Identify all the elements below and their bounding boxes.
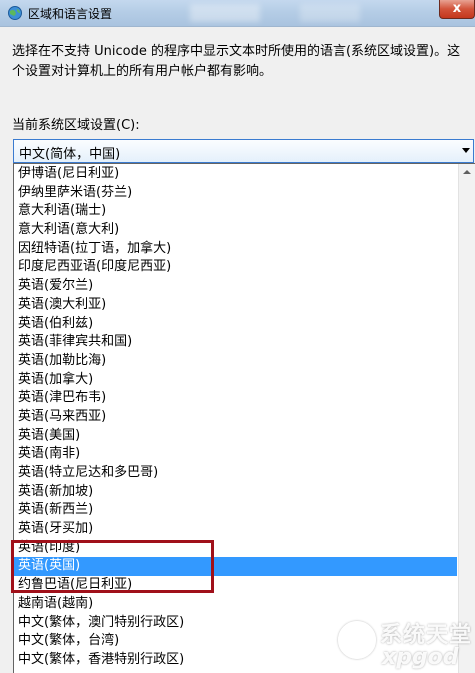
locale-combobox[interactable]: 中文(简体，中国) — [13, 139, 474, 163]
title-bar-blur — [300, 4, 360, 22]
dropdown-item[interactable]: 英语(南非) — [14, 445, 457, 464]
watermark-logo: 系统天堂 xpgod — [338, 615, 475, 673]
dropdown-item[interactable]: 意大利语(意大利) — [14, 221, 457, 240]
dropdown-item[interactable]: 意大利语(瑞士) — [14, 202, 457, 221]
dropdown-item[interactable]: 英语(美国) — [14, 427, 457, 446]
dropdown-item[interactable]: 英语(牙买加) — [14, 520, 457, 539]
watermark-circle-icon — [338, 621, 376, 659]
description-text: 选择在不支持 Unicode 的程序中显示文本时所使用的语言(系统区域设置)。这… — [12, 44, 461, 79]
scrollbar[interactable] — [458, 164, 475, 673]
dropdown-item[interactable]: 英语(新西兰) — [14, 501, 457, 520]
dropdown-item[interactable]: 英语(新加坡) — [14, 483, 457, 502]
region-language-dialog: 区域和语言设置 x 选择在不支持 Unicode 的程序中显示文本时所使用的语言… — [0, 0, 475, 673]
title-bar[interactable]: 区域和语言设置 x — [0, 0, 475, 27]
dropdown-item[interactable]: 英语(加勒比海) — [14, 352, 457, 371]
dropdown-item[interactable]: 伊纳里萨米语(芬兰) — [14, 184, 457, 203]
watermark-text-en: xpgod — [382, 645, 459, 670]
current-locale-label: 当前系统区域设置(C): — [12, 118, 140, 133]
dropdown-item[interactable]: 英语(伯利兹) — [14, 315, 457, 334]
locale-dropdown-list[interactable]: 伊博语(尼日利亚) 伊纳里萨米语(芬兰) 意大利语(瑞士) 意大利语(意大利) 因纽特语… — [13, 163, 475, 673]
scroll-up-arrow-icon[interactable] — [459, 164, 475, 181]
dropdown-items: 伊博语(尼日利亚) 伊纳里萨米语(芬兰) 意大利语(瑞士) 意大利语(意大利) 因纽特语… — [14, 165, 457, 670]
dropdown-item[interactable]: 因纽特语(拉丁语，加拿大) — [14, 240, 457, 259]
chevron-down-icon[interactable] — [462, 148, 470, 153]
dropdown-item[interactable]: 越南语(越南) — [14, 595, 457, 614]
dropdown-item[interactable]: 英语(特立尼达和多巴哥) — [14, 464, 457, 483]
dropdown-item[interactable]: 印度尼西亚语(印度尼西亚) — [14, 258, 457, 277]
dropdown-item[interactable]: 英语(爱尔兰) — [14, 277, 457, 296]
dropdown-item[interactable]: 伊博语(尼日利亚) — [14, 165, 457, 184]
window-title: 区域和语言设置 — [28, 7, 113, 21]
dropdown-item[interactable]: 英语(菲律宾共和国) — [14, 333, 457, 352]
annotation-highlight-box — [11, 540, 214, 593]
dropdown-item[interactable]: 英语(澳大利亚) — [14, 296, 457, 315]
combobox-value: 中文(简体，中国) — [19, 147, 121, 162]
close-button[interactable]: x — [439, 0, 475, 19]
dropdown-item[interactable]: 英语(加拿大) — [14, 371, 457, 390]
globe-icon — [8, 6, 22, 20]
dropdown-item[interactable]: 英语(津巴布韦) — [14, 389, 457, 408]
dropdown-item[interactable]: 英语(马来西亚) — [14, 408, 457, 427]
title-bar-blur — [190, 4, 260, 22]
